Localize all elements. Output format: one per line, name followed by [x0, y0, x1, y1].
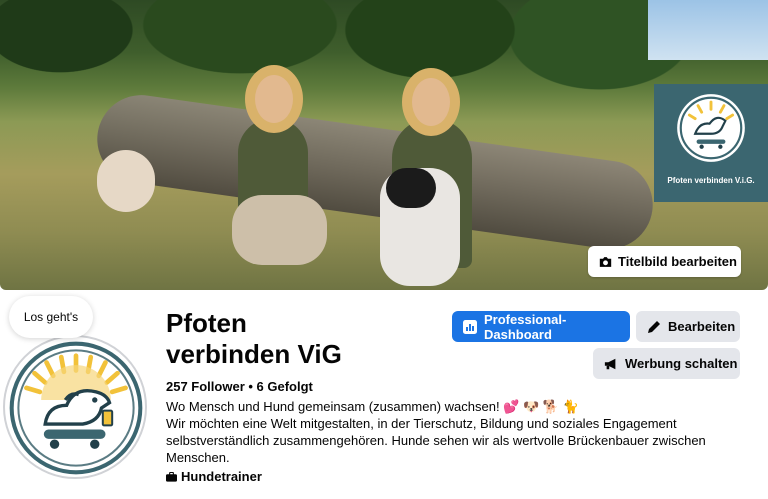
status-bubble-text: Los geht's [23, 310, 79, 324]
profile-picture[interactable] [3, 335, 147, 479]
dashboard-icon [463, 319, 477, 334]
bio-line: Wir möchten eine Welt mitgestalten, in d… [166, 416, 677, 431]
edit-page-label: Bearbeiten [668, 319, 736, 334]
edit-cover-photo-label: Titelbild bearbeiten [618, 254, 737, 269]
bio-line: Wo Mensch und Hund gemeinsam (zusammen) … [166, 399, 579, 414]
page-category-label: Hundetrainer [181, 469, 262, 484]
page-category: Hundetrainer [166, 469, 262, 484]
page-bio: Wo Mensch und Hund gemeinsam (zusammen) … [166, 398, 706, 466]
briefcase-icon [166, 471, 177, 482]
pencil-icon [648, 320, 660, 333]
megaphone-icon [604, 358, 616, 369]
edit-cover-photo-button[interactable]: Titelbild bearbeiten [588, 246, 741, 277]
cover-photo: Pfoten verbinden V.i.G. Titelbild bearbe… [0, 0, 768, 290]
bio-line: Menschen. [166, 450, 230, 465]
follower-stats[interactable]: 257 Follower • 6 Gefolgt [166, 379, 313, 394]
page-title-line1: Pfoten [166, 308, 247, 338]
bio-line: selbstverständlich zusammengehören. Hund… [166, 433, 706, 448]
status-bubble[interactable]: Los geht's [9, 296, 93, 338]
professional-dashboard-button[interactable]: Professional-Dashboard [452, 311, 630, 342]
cover-logo-text: Pfoten verbinden V.i.G. [667, 176, 755, 185]
page-title-line2: verbinden ViG [166, 339, 342, 369]
promote-button[interactable]: Werbung schalten [593, 348, 740, 379]
professional-dashboard-label: Professional-Dashboard [484, 311, 567, 342]
camera-icon [599, 256, 612, 267]
badge-logo-icon [9, 341, 143, 475]
badge-logo-icon [677, 94, 745, 162]
promote-label: Werbung schalten [625, 356, 738, 371]
edit-page-button[interactable]: Bearbeiten [636, 311, 740, 342]
page-title: Pfoten verbinden ViG [166, 308, 426, 370]
cover-logo: Pfoten verbinden V.i.G. [654, 84, 768, 202]
